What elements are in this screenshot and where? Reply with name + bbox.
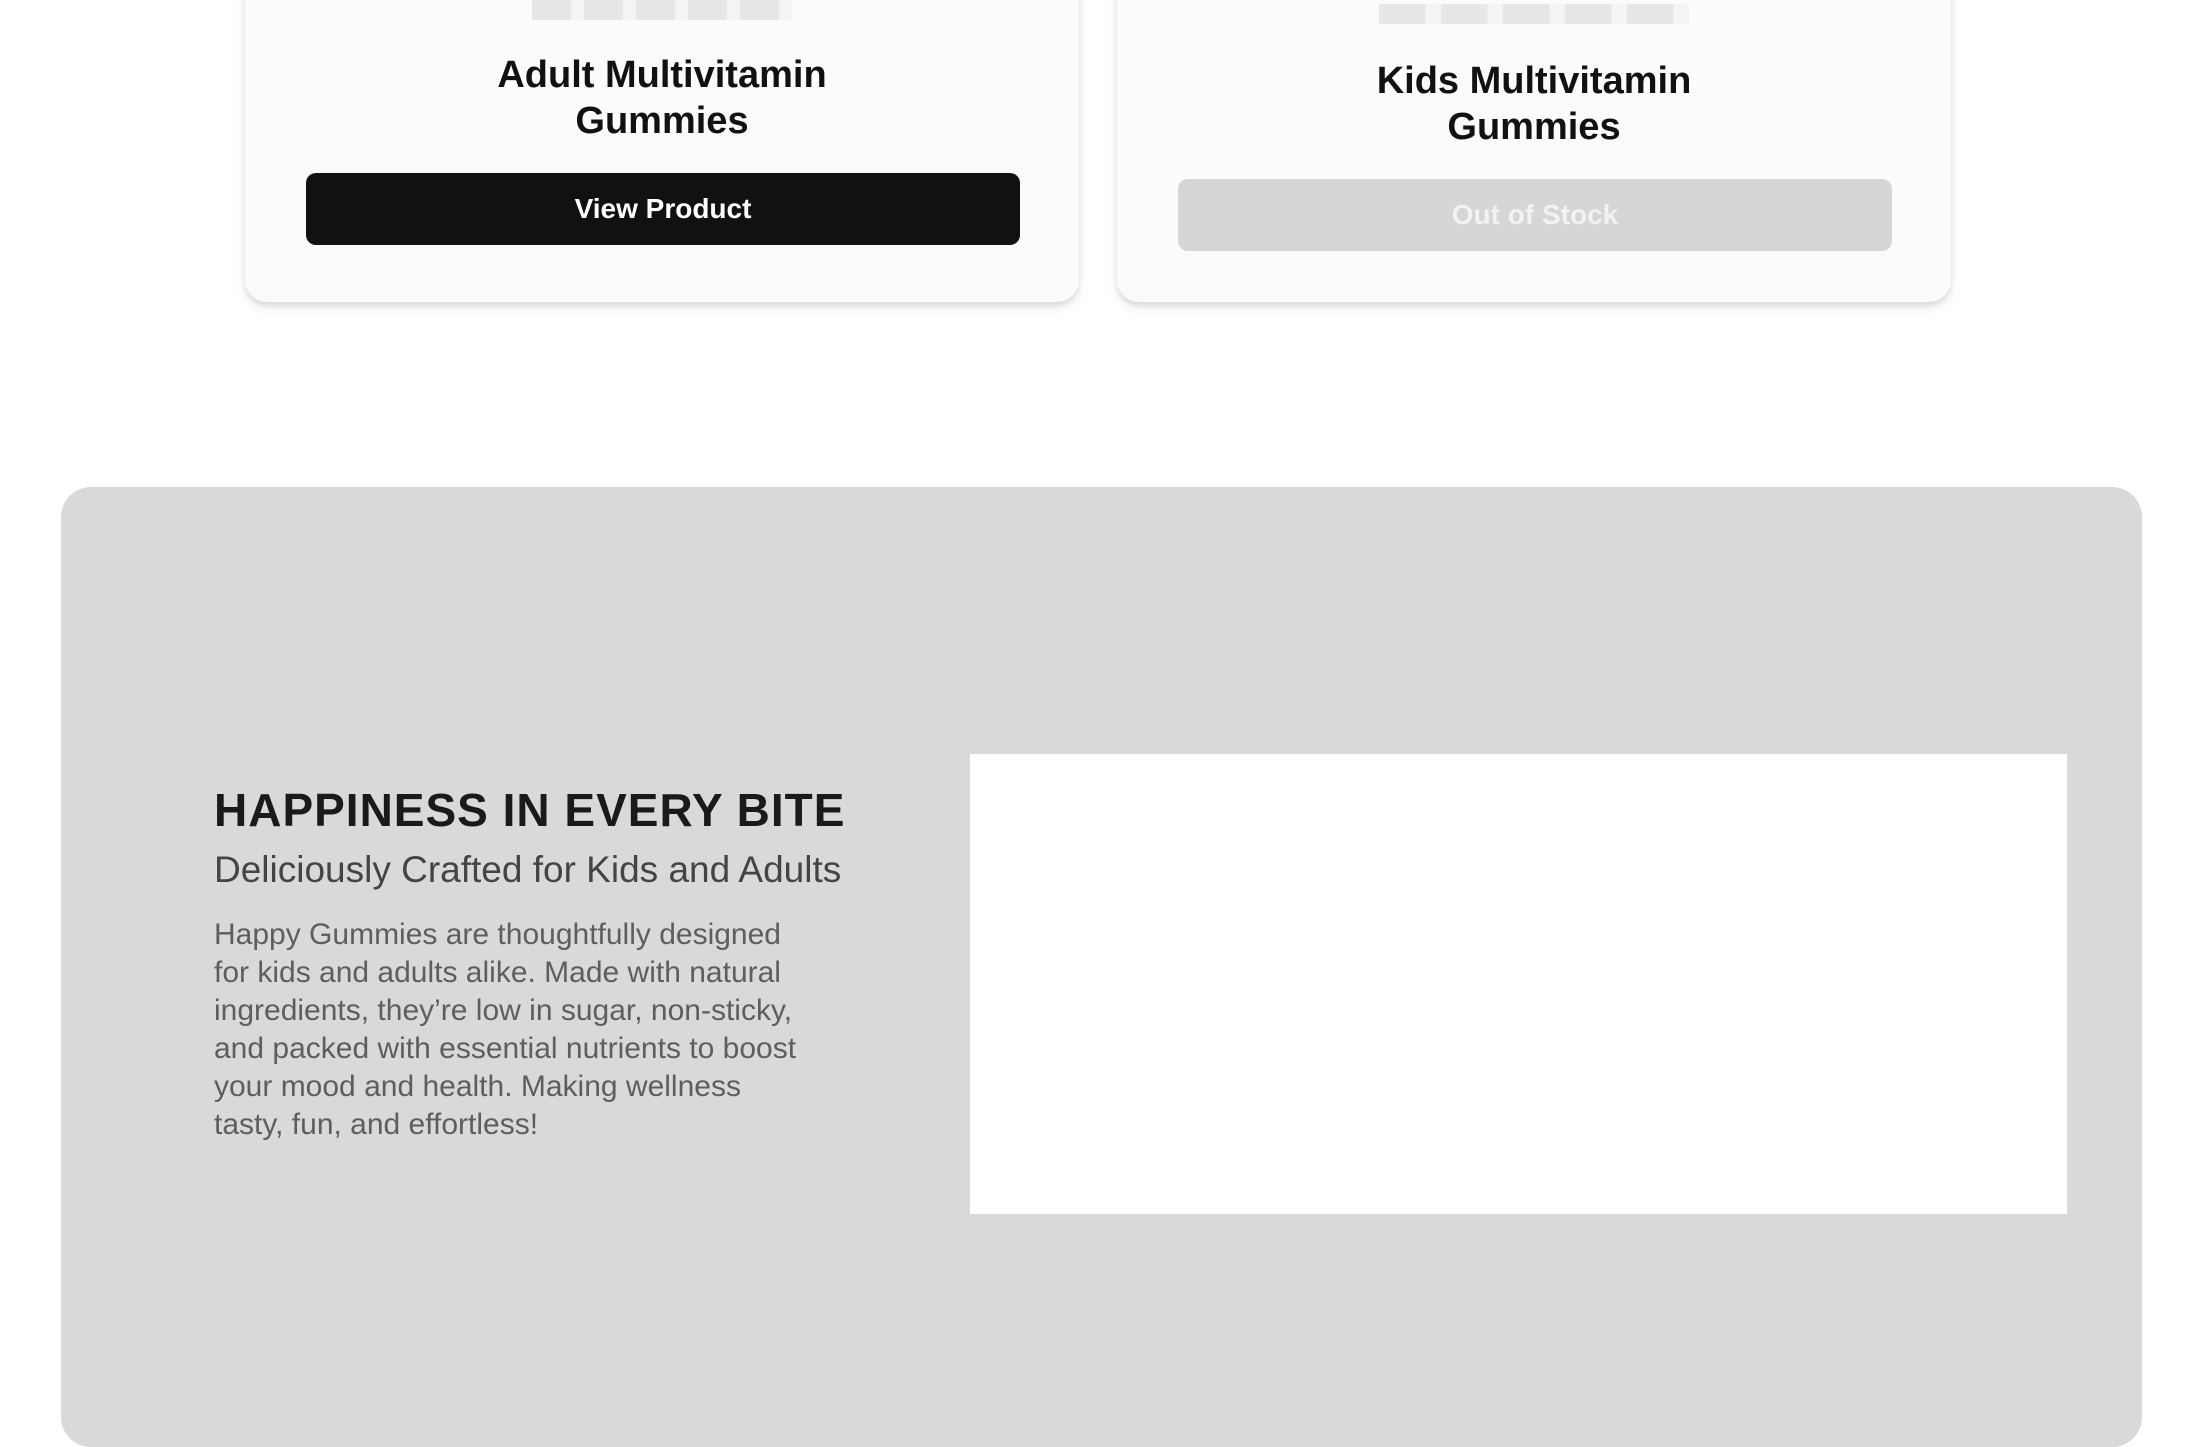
- feature-body: Happy Gummies are thoughtfully designed …: [214, 918, 797, 1141]
- product-title: Adult Multivitamin Gummies: [245, 52, 1079, 144]
- product-title-line-1: Kids Multivitamin: [1376, 60, 1692, 102]
- product-title-line-2: Gummies: [575, 100, 749, 142]
- product-title: Kids Multivitamin Gummies: [1117, 58, 1951, 150]
- view-product-button[interactable]: View Product: [306, 173, 1020, 245]
- product-image-placeholder: [1379, 4, 1689, 24]
- out-of-stock-button: Out of Stock: [1178, 179, 1892, 251]
- feature-section: HAPPINESS IN EVERY BITE Deliciously Craf…: [61, 487, 2142, 1447]
- product-title-line-1: Adult Multivitamin: [497, 54, 827, 96]
- feature-media-placeholder: [970, 754, 2067, 1214]
- feature-text-block: HAPPINESS IN EVERY BITE Deliciously Craf…: [214, 782, 914, 1144]
- product-card-kids: Kids Multivitamin Gummies Out of Stock: [1117, 0, 1951, 302]
- product-card-adult: Adult Multivitamin Gummies View Product: [245, 0, 1079, 302]
- product-title-line-2: Gummies: [1447, 106, 1621, 148]
- feature-subheading: Deliciously Crafted for Kids and Adults: [214, 849, 842, 890]
- feature-heading: HAPPINESS IN EVERY BITE: [214, 784, 846, 836]
- product-image-placeholder: [532, 0, 792, 20]
